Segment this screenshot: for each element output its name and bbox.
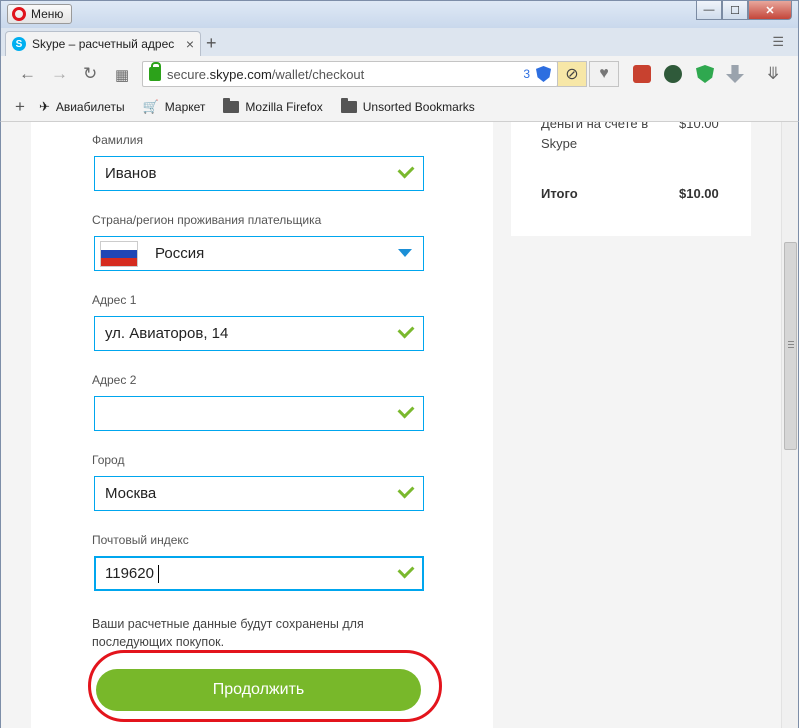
bookmark-mozilla-firefox[interactable]: Mozilla Firefox [223,97,323,114]
bookmark-label: Mozilla Firefox [245,99,323,114]
surname-value: Иванов [105,165,157,182]
page-scrollbar[interactable] [781,122,798,728]
tab-menu-icon[interactable]: ☰ [772,34,784,50]
opera-logo-icon [12,7,26,21]
minimize-button[interactable]: — [696,1,722,20]
balance-amount: $10.00 [679,122,719,131]
tab-title: Skype – расчетный адрес [32,37,175,51]
plane-icon: ✈ [38,98,50,114]
page-viewport: Фамилия Иванов Страна/регион проживания … [0,122,799,728]
tracker-count: 3 [523,67,530,81]
scroll-grip-line [788,341,794,342]
valid-check-icon [397,401,415,419]
tab-close-icon[interactable]: × [186,36,194,52]
city-label: Город [92,453,125,467]
folder-icon [223,97,240,113]
scroll-grip-line [788,344,794,345]
globe-extension-icon[interactable] [664,65,682,83]
russia-flag-icon [100,241,138,267]
tracker-shield-icon[interactable] [536,66,551,82]
address2-label: Адрес 2 [92,373,137,387]
valid-check-icon [397,161,415,179]
city-value: Москва [105,485,157,502]
cart-icon: 🛒 [142,98,159,114]
country-value: Россия [155,245,205,262]
country-label: Страна/регион проживания плательщика [92,213,322,227]
close-window-button[interactable]: ✕ [748,1,792,20]
window-titlebar: Меню — ☐ ✕ [0,0,799,28]
notebook-extension-icon[interactable] [633,65,651,83]
tab-strip: S Skype – расчетный адрес × + ☰ [0,28,799,56]
tab-skype-checkout[interactable]: S Skype – расчетный адрес × [5,31,201,56]
back-arrow-icon[interactable]: ← [19,64,36,84]
balance-label: Деньги на счете в Skype [541,122,649,151]
add-bookmark-button[interactable]: + [15,97,25,117]
scrollbar-thumb[interactable] [784,242,797,450]
surname-field[interactable]: Иванов [94,156,424,191]
reload-icon[interactable]: ↻ [83,64,97,84]
window-controls: — ☐ ✕ [696,1,792,20]
downloads-icon[interactable]: ⤋ [766,64,780,84]
valid-check-icon [397,561,415,579]
forward-arrow-icon[interactable]: → [51,64,68,84]
total-label: Итого [541,186,578,201]
chevron-down-icon [398,249,412,257]
speed-dial-grid-icon[interactable]: ▦ [115,66,129,84]
bookmark-label: Unsorted Bookmarks [362,99,475,114]
postcode-value: 119620 [105,565,154,582]
folder-icon [340,97,357,113]
address1-label: Адрес 1 [92,293,137,307]
bookmarks-bar: + ✈ Авиабилеты 🛒 Маркет Mozilla Firefox … [0,92,799,122]
valid-check-icon [397,481,415,499]
url-prefix: secure. [167,66,210,82]
bookmark-label: Авиабилеты [55,99,125,114]
bookmark-market[interactable]: 🛒 Маркет [143,99,206,115]
heart-icon[interactable]: ♥ [589,61,619,87]
postcode-field[interactable]: 119620 [94,556,424,591]
maximize-button[interactable]: ☐ [722,1,748,20]
opera-menu-button[interactable]: Меню [7,4,73,24]
url-text: secure.skype.com/wallet/checkout [167,67,364,82]
bookmark-aviabilety[interactable]: ✈ Авиабилеты [39,99,125,115]
new-tab-button[interactable]: + [206,33,217,54]
scroll-grip-line [788,347,794,348]
bookmark-label: Маркет [164,99,206,114]
ad-block-icon[interactable]: ⊘ [557,61,587,87]
url-path: /wallet/checkout [271,66,365,82]
total-amount: $10.00 [679,186,719,201]
surname-label: Фамилия [92,133,143,147]
download-arrow-icon[interactable] [726,65,744,83]
country-select[interactable]: Россия [94,236,424,271]
address-bar[interactable]: secure.skype.com/wallet/checkout 3 [142,61,558,87]
skype-favicon-icon: S [12,37,26,51]
save-data-note: Ваши расчетные данные будут сохранены дл… [92,617,364,649]
address2-field[interactable] [94,396,424,431]
address1-field[interactable]: ул. Авиаторов, 14 [94,316,424,351]
secure-lock-icon [149,62,161,81]
navigation-bar: ← → ↻ ▦ secure.skype.com/wallet/checkout… [0,56,799,92]
continue-button[interactable]: Продолжить [96,669,421,711]
city-field[interactable]: Москва [94,476,424,511]
text-cursor [158,565,159,583]
address1-value: ул. Авиаторов, 14 [105,325,229,342]
url-host: skype.com [209,66,272,82]
bookmark-unsorted[interactable]: Unsorted Bookmarks [340,97,475,114]
postcode-label: Почтовый индекс [92,533,189,547]
valid-check-icon [397,321,415,339]
menu-label: Меню [31,7,64,21]
green-shield-icon[interactable] [696,65,714,83]
